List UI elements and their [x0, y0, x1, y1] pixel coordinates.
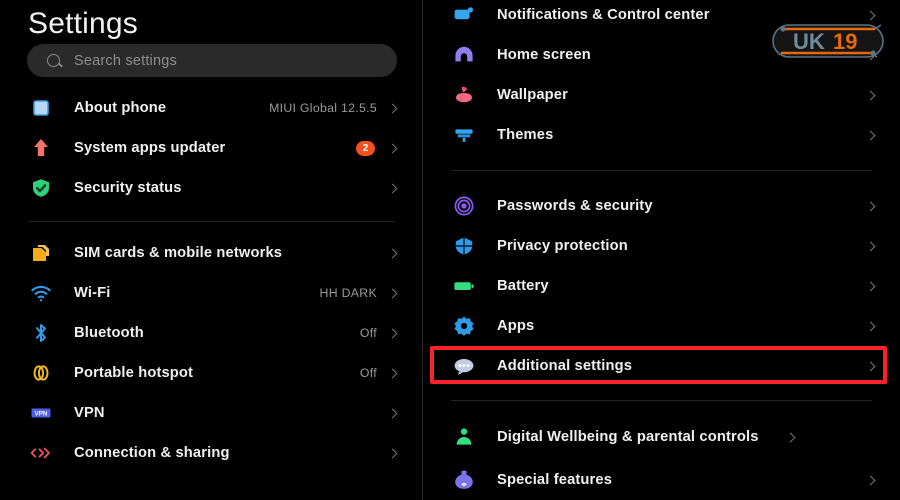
hotspot-icon — [28, 360, 54, 386]
divider — [28, 221, 394, 222]
search-icon — [47, 54, 60, 67]
list-item-wifi[interactable]: Wi-Fi HH DARK — [0, 273, 422, 313]
settings-right-column: Notifications & Control center Home scre… — [423, 0, 900, 500]
themes-icon — [451, 122, 477, 148]
bluetooth-icon — [28, 320, 54, 346]
list-item-about-phone[interactable]: About phone MIUI Global 12.5.5 — [0, 88, 422, 128]
left-group-2: SIM cards & mobile networks Wi-Fi HH DAR… — [0, 233, 422, 473]
list-item-system-apps-updater[interactable]: System apps updater 2 — [0, 128, 422, 168]
chevron-right-icon — [865, 361, 876, 371]
list-item-label: Bluetooth — [74, 324, 144, 341]
list-item-sim-cards[interactable]: SIM cards & mobile networks — [0, 233, 422, 273]
list-item-portable-hotspot[interactable]: Portable hotspot Off — [0, 353, 422, 393]
chevron-right-icon — [865, 241, 876, 251]
list-item-value: MIUI Global 12.5.5 — [269, 101, 377, 115]
list-item-wallpaper[interactable]: Wallpaper — [423, 75, 900, 115]
list-item-label: Apps — [497, 317, 535, 334]
chevron-right-icon — [387, 368, 398, 378]
watermark-text-right: 19 — [833, 29, 857, 54]
chevron-right-icon — [387, 183, 398, 193]
digital-wellbeing-icon — [451, 424, 477, 450]
chevron-right-icon — [865, 201, 876, 211]
chevron-right-icon — [387, 143, 398, 153]
list-item-value: HH DARK — [319, 286, 377, 300]
passwords-security-icon — [451, 193, 477, 219]
right-group-3: Digital Wellbeing & parental controls Sp… — [423, 414, 900, 500]
security-shield-icon — [28, 175, 54, 201]
divider — [451, 400, 872, 401]
sim-cards-icon — [28, 240, 54, 266]
list-item-label: Security status — [74, 179, 182, 196]
list-item-label: Privacy protection — [497, 237, 628, 254]
status-badge: 2 — [356, 140, 375, 156]
list-item-passwords-security[interactable]: Passwords & security — [423, 186, 900, 226]
list-item-privacy-protection[interactable]: Privacy protection — [423, 226, 900, 266]
list-item-battery[interactable]: Battery — [423, 266, 900, 306]
search-placeholder: Search settings — [74, 52, 177, 69]
chevron-right-icon — [387, 408, 398, 418]
list-item-themes[interactable]: Themes — [423, 115, 900, 155]
list-item-vpn[interactable]: VPN VPN — [0, 393, 422, 433]
watermark-logo: UK 19 — [767, 17, 889, 65]
home-screen-icon — [451, 42, 477, 68]
list-item-label: System apps updater — [74, 139, 226, 156]
divider — [451, 170, 872, 171]
system-updater-icon — [28, 135, 54, 161]
apps-icon — [451, 313, 477, 339]
chevron-right-icon — [387, 248, 398, 258]
list-item-label: Additional settings — [497, 357, 633, 374]
list-item-label: Connection & sharing — [74, 444, 230, 461]
left-group-1: About phone MIUI Global 12.5.5 System ap… — [0, 88, 422, 208]
list-item-label: About phone — [74, 99, 167, 116]
wallpaper-icon — [451, 82, 477, 108]
list-item-connection-sharing[interactable]: Connection & sharing — [0, 433, 422, 473]
special-features-icon — [451, 467, 477, 493]
list-item-label: Portable hotspot — [74, 364, 194, 381]
chevron-right-icon — [387, 103, 398, 113]
chevron-right-icon — [865, 90, 876, 100]
list-item-label: VPN — [74, 404, 105, 421]
watermark-text-left: UK — [793, 29, 825, 54]
chevron-right-icon — [387, 328, 398, 338]
list-item-label: Special features — [497, 471, 613, 488]
chevron-right-icon — [785, 432, 796, 442]
about-phone-icon — [28, 95, 54, 121]
list-item-label: Passwords & security — [497, 197, 653, 214]
vpn-icon: VPN — [28, 400, 54, 426]
privacy-protection-icon — [451, 233, 477, 259]
chevron-right-icon — [865, 321, 876, 331]
svg-text:VPN: VPN — [35, 410, 48, 417]
chevron-right-icon — [387, 288, 398, 298]
chevron-right-icon — [865, 281, 876, 291]
search-input[interactable]: Search settings — [27, 44, 397, 77]
settings-screen: Settings Search settings About phone MIU… — [0, 0, 900, 500]
connection-sharing-icon — [28, 440, 54, 466]
page-title: Settings — [28, 7, 138, 40]
list-item-label: SIM cards & mobile networks — [74, 244, 283, 261]
chevron-right-icon — [865, 130, 876, 140]
list-item-additional-settings[interactable]: Additional settings — [423, 346, 900, 386]
list-item-bluetooth[interactable]: Bluetooth Off — [0, 313, 422, 353]
list-item-special-features[interactable]: Special features — [423, 460, 900, 500]
chevron-right-icon — [387, 448, 398, 458]
list-item-value: Off — [359, 366, 377, 380]
list-item-label: Wi-Fi — [74, 284, 111, 301]
additional-settings-icon — [451, 353, 477, 379]
list-item-label: Battery — [497, 277, 549, 294]
list-item-apps[interactable]: Apps — [423, 306, 900, 346]
settings-left-column: Settings Search settings About phone MIU… — [0, 0, 422, 500]
list-item-label: Digital Wellbeing & parental controls — [497, 428, 759, 445]
notifications-icon — [451, 2, 477, 28]
battery-icon — [451, 273, 477, 299]
list-item-label: Themes — [497, 126, 554, 143]
wifi-icon — [28, 280, 54, 306]
list-item-security-status[interactable]: Security status — [0, 168, 422, 208]
list-item-digital-wellbeing[interactable]: Digital Wellbeing & parental controls — [423, 414, 900, 460]
list-item-value: Off — [359, 326, 377, 340]
chevron-right-icon — [865, 475, 876, 485]
right-group-2: Passwords & security Privacy protection — [423, 186, 900, 386]
list-item-label: Wallpaper — [497, 86, 568, 103]
